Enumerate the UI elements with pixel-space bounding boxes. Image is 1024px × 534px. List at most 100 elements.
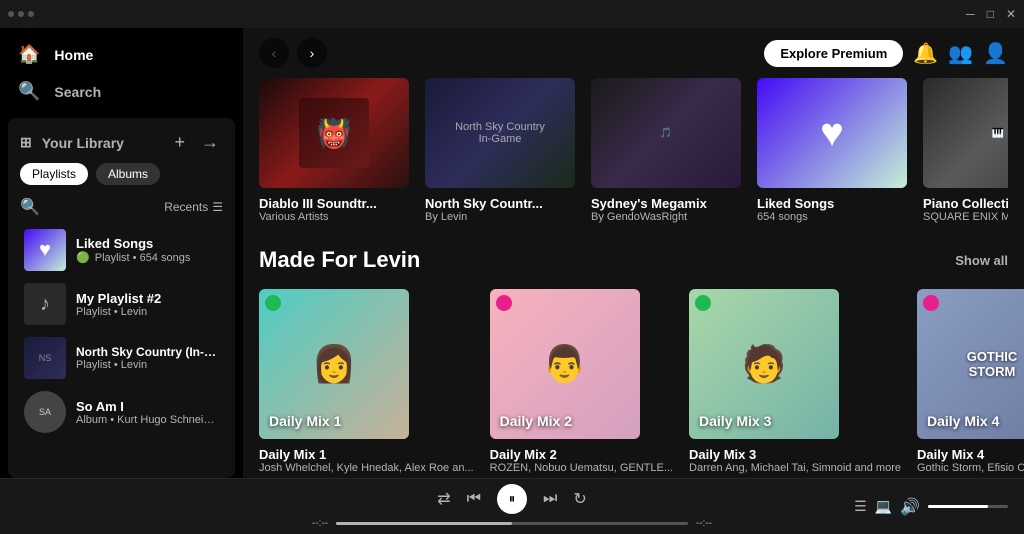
card-piano[interactable]: 🎹 Piano Collections... SQUARE ENIX MUSIC bbox=[923, 78, 1008, 223]
card-sydney-title: Sydney's Megamix bbox=[591, 196, 741, 211]
playbar: ⇄ ⏮ ⏸ ⏭ ↻ --:-- --:-- ☰ 💻 🔊 bbox=[0, 478, 1024, 534]
dm2-badge bbox=[496, 295, 512, 311]
card-diablo-thumb: 👹 bbox=[259, 78, 409, 188]
dm2-title: Daily Mix 2 bbox=[490, 447, 673, 462]
show-all-button[interactable]: Show all bbox=[955, 253, 1008, 268]
volume-icon: 🔊 bbox=[900, 497, 920, 517]
card-liked-title: Liked Songs bbox=[757, 196, 907, 211]
play-pause-button[interactable]: ⏸ bbox=[497, 484, 527, 514]
dm3-title: Daily Mix 3 bbox=[689, 447, 901, 462]
northsky-name: North Sky Country (In-Game) bbox=[76, 345, 219, 359]
liked-songs-thumb: ♥ bbox=[24, 229, 66, 271]
dm4-thumb: GOTHICSTORM Daily Mix 4 bbox=[917, 289, 1024, 439]
made-for-title: Made For Levin bbox=[259, 247, 420, 273]
northsky-thumb: NS bbox=[24, 337, 66, 379]
card-diablo-sub: Various Artists bbox=[259, 211, 409, 223]
liked-songs-sub: 🟢 Playlist • 654 songs bbox=[76, 251, 190, 264]
library-list: ♥ Liked Songs 🟢 Playlist • 654 songs ♪ bbox=[8, 223, 235, 478]
volume-fill bbox=[928, 505, 988, 508]
playlist2-thumb: ♪ bbox=[24, 283, 66, 325]
time-current: --:-- bbox=[312, 518, 328, 529]
next-button[interactable]: ⏭ bbox=[543, 490, 557, 508]
dm2-sub: ROZEN, Nobuo Uematsu, GENTLE... bbox=[490, 462, 673, 474]
volume-bar[interactable] bbox=[928, 505, 1008, 508]
northsky-sub: Playlist • Levin bbox=[76, 359, 219, 371]
filter-albums[interactable]: Albums bbox=[96, 163, 160, 185]
recents-sort-icon: ☰ bbox=[212, 200, 223, 214]
library-search-row: 🔍 Recents ☰ bbox=[8, 193, 235, 223]
card-liked-sub: 654 songs bbox=[757, 211, 907, 223]
card-northsky-thumb: North Sky CountryIn-Game bbox=[425, 78, 575, 188]
progress-fill bbox=[336, 522, 512, 525]
close-button[interactable]: ✕ bbox=[1006, 7, 1016, 21]
library-title-area: ⊞ Your Library bbox=[20, 134, 124, 151]
main-content: ‹ › Explore Premium 🔔 👥 👤 👹 bbox=[243, 28, 1024, 478]
playbar-controls: ⇄ ⏮ ⏸ ⏭ ↻ bbox=[437, 484, 587, 514]
library-actions: + → bbox=[170, 130, 223, 155]
explore-premium-button[interactable]: Explore Premium bbox=[764, 40, 903, 67]
library-section: ⊞ Your Library + → Playlists Albums 🔍 Re… bbox=[8, 118, 235, 478]
main-topbar: ‹ › Explore Premium 🔔 👥 👤 bbox=[243, 28, 1024, 78]
notifications-button[interactable]: 🔔 bbox=[913, 41, 938, 66]
playlist2-info: My Playlist #2 Playlist • Levin bbox=[76, 291, 161, 318]
card-piano-sub: SQUARE ENIX MUSIC bbox=[923, 211, 1008, 223]
dm1-label: Daily Mix 1 bbox=[269, 413, 341, 429]
card-liked[interactable]: ♥ Liked Songs 654 songs bbox=[757, 78, 907, 223]
library-title-label: Your Library bbox=[42, 135, 124, 151]
library-item-soami[interactable]: SA So Am I Album • Kurt Hugo Schneider bbox=[16, 385, 227, 439]
friends-button[interactable]: 👥 bbox=[948, 41, 973, 66]
queue-button[interactable]: ☰ bbox=[854, 498, 867, 515]
sidebar-item-home[interactable]: 🏠 Home bbox=[12, 36, 231, 73]
card-northsky[interactable]: North Sky CountryIn-Game North Sky Count… bbox=[425, 78, 575, 223]
soami-name: So Am I bbox=[76, 399, 219, 414]
library-item-playlist2[interactable]: ♪ My Playlist #2 Playlist • Levin bbox=[16, 277, 227, 331]
recents-label[interactable]: Recents ☰ bbox=[164, 200, 223, 214]
card-piano-thumb: 🎹 bbox=[923, 78, 1008, 188]
dm2-label: Daily Mix 2 bbox=[500, 413, 572, 429]
topbar-right: Explore Premium 🔔 👥 👤 bbox=[764, 40, 1008, 67]
green-dot-icon: 🟢 bbox=[76, 252, 90, 264]
daily-mix-card-1[interactable]: 👩 Daily Mix 1 Daily Mix 1 Josh Whelchel,… bbox=[259, 289, 474, 474]
daily-mix-card-2[interactable]: 👨 Daily Mix 2 Daily Mix 2 ROZEN, Nobuo U… bbox=[490, 289, 673, 474]
filter-playlists[interactable]: Playlists bbox=[20, 163, 88, 185]
titlebar-controls: ─ □ ✕ bbox=[966, 7, 1016, 21]
dm4-badge bbox=[923, 295, 939, 311]
maximize-button[interactable]: □ bbox=[987, 7, 994, 21]
card-diablo[interactable]: 👹 Diablo III Soundtr... Various Artists bbox=[259, 78, 409, 223]
dm4-label: Daily Mix 4 bbox=[927, 413, 999, 429]
dm4-sub: Gothic Storm, Efisio Cross, Sound... bbox=[917, 462, 1024, 474]
northsky-info: North Sky Country (In-Game) Playlist • L… bbox=[76, 345, 219, 371]
daily-mix-row: 👩 Daily Mix 1 Daily Mix 1 Josh Whelchel,… bbox=[259, 289, 1008, 474]
card-sydney-thumb: 🎵 bbox=[591, 78, 741, 188]
nav-arrows: ‹ › bbox=[259, 38, 327, 68]
main-scroll[interactable]: 👹 Diablo III Soundtr... Various Artists … bbox=[243, 78, 1024, 478]
devices-button[interactable]: 💻 bbox=[875, 498, 892, 515]
card-northsky-sub: By Levin bbox=[425, 211, 575, 223]
card-diablo-title: Diablo III Soundtr... bbox=[259, 196, 409, 211]
soami-sub: Album • Kurt Hugo Schneider bbox=[76, 414, 219, 426]
minimize-button[interactable]: ─ bbox=[966, 7, 975, 21]
shuffle-button[interactable]: ⇄ bbox=[437, 489, 450, 509]
library-item-northsky[interactable]: NS North Sky Country (In-Game) Playlist … bbox=[16, 331, 227, 385]
progress-bar[interactable] bbox=[336, 522, 688, 525]
sidebar-item-search[interactable]: 🔍 Search bbox=[12, 73, 231, 110]
titlebar: ─ □ ✕ bbox=[0, 0, 1024, 28]
daily-mix-card-3[interactable]: 🧑 Daily Mix 3 Daily Mix 3 Darren Ang, Mi… bbox=[689, 289, 901, 474]
repeat-button[interactable]: ↻ bbox=[573, 489, 586, 509]
nav-forward-button[interactable]: › bbox=[297, 38, 327, 68]
prev-button[interactable]: ⏮ bbox=[467, 490, 481, 508]
home-icon: 🏠 bbox=[18, 44, 40, 65]
liked-songs-name: Liked Songs bbox=[76, 236, 190, 251]
card-sydney-sub: By GendoWasRight bbox=[591, 211, 741, 223]
library-expand-button[interactable]: → bbox=[197, 130, 223, 155]
playlist2-sub: Playlist • Levin bbox=[76, 306, 161, 318]
playlist2-name: My Playlist #2 bbox=[76, 291, 161, 306]
library-add-button[interactable]: + bbox=[170, 130, 189, 155]
card-piano-title: Piano Collections... bbox=[923, 196, 1008, 211]
profile-button[interactable]: 👤 bbox=[983, 41, 1008, 66]
daily-mix-card-4[interactable]: GOTHICSTORM Daily Mix 4 Daily Mix 4 Goth… bbox=[917, 289, 1024, 474]
nav-back-button[interactable]: ‹ bbox=[259, 38, 289, 68]
card-sydney[interactable]: 🎵 Sydney's Megamix By GendoWasRight bbox=[591, 78, 741, 223]
library-search-button[interactable]: 🔍 bbox=[20, 197, 40, 217]
library-item-liked-songs[interactable]: ♥ Liked Songs 🟢 Playlist • 654 songs bbox=[16, 223, 227, 277]
